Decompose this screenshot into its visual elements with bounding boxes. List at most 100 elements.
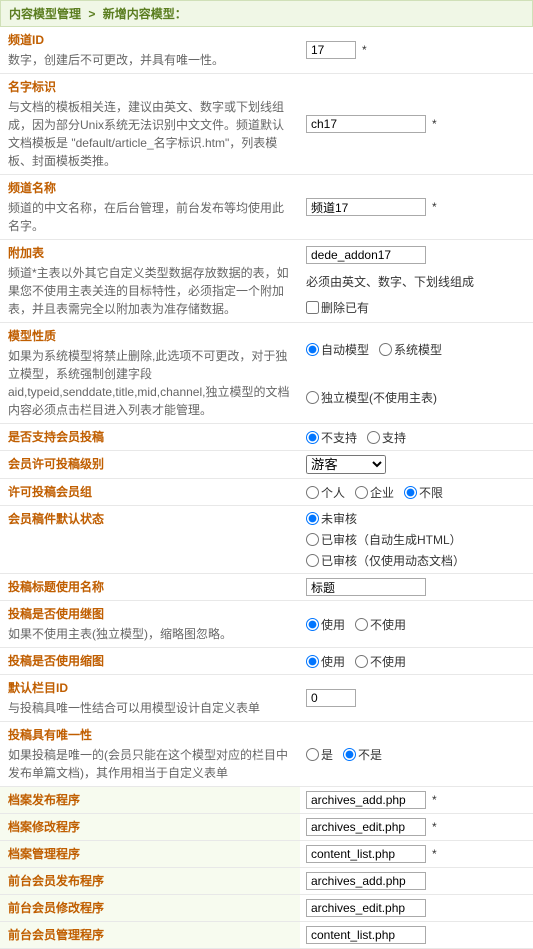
text-input[interactable] — [306, 689, 356, 707]
text-input[interactable] — [306, 899, 426, 917]
text-input[interactable] — [306, 41, 356, 59]
field-control: * — [300, 27, 533, 73]
field-title: 投稿是否使用缩图 — [8, 652, 292, 670]
radio-input[interactable] — [367, 431, 380, 444]
field-desc: 与文档的模板相关连，建议由英文、数字或下划线组成，因为部分Unix系统无法识别中… — [8, 98, 292, 170]
radio-input[interactable] — [306, 748, 319, 761]
field-control: 个人企业不限 — [300, 479, 533, 505]
radio-option[interactable]: 个人 — [306, 484, 345, 501]
form-row: 频道ID数字，创建后不可更改，并具有唯一性。* — [0, 27, 533, 74]
radio-input[interactable] — [404, 486, 417, 499]
text-input[interactable] — [306, 246, 426, 264]
radio-input[interactable] — [355, 618, 368, 631]
field-label: 频道ID数字，创建后不可更改，并具有唯一性。 — [0, 27, 300, 73]
field-label: 许可投稿会员组 — [0, 479, 300, 505]
field-title: 默认栏目ID — [8, 679, 292, 697]
radio-option[interactable]: 不使用 — [355, 653, 406, 670]
form-row: 是否支持会员投稿不支持支持 — [0, 424, 533, 451]
radio-option[interactable]: 已审核（自动生成HTML） — [306, 531, 462, 548]
radio-option[interactable]: 使用 — [306, 653, 345, 670]
select-input[interactable]: 游客 — [306, 455, 386, 474]
radio-input[interactable] — [343, 748, 356, 761]
field-control: 是不是 — [300, 722, 533, 786]
radio-option[interactable]: 未审核 — [306, 510, 357, 527]
field-control — [300, 868, 533, 894]
radio-input[interactable] — [306, 391, 319, 404]
radio-option[interactable]: 不是 — [343, 746, 382, 763]
field-title: 附加表 — [8, 244, 292, 262]
field-desc: 如果不使用主表(独立模型)，缩略图忽略。 — [8, 625, 292, 643]
radio-input[interactable] — [306, 554, 319, 567]
field-control: 使用不使用 — [300, 601, 533, 647]
form-row: 前台会员管理程序 — [0, 922, 533, 949]
radio-option[interactable]: 不支持 — [306, 429, 357, 446]
radio-option[interactable]: 使用 — [306, 616, 345, 633]
radio-input[interactable] — [306, 533, 319, 546]
field-control: 必须由英文、数字、下划线组成 删除已有 — [300, 240, 533, 322]
delete-checkbox[interactable] — [306, 301, 319, 314]
radio-input[interactable] — [306, 486, 319, 499]
field-label: 模型性质如果为系统模型将禁止删除,此选项不可更改，对于独立模型，系统强制创建字段… — [0, 323, 300, 423]
field-title: 会员稿件默认状态 — [8, 510, 292, 528]
radio-option[interactable]: 不使用 — [355, 616, 406, 633]
field-label: 档案管理程序 — [0, 841, 300, 867]
text-input[interactable] — [306, 115, 426, 133]
radio-input[interactable] — [306, 618, 319, 631]
text-input[interactable] — [306, 845, 426, 863]
breadcrumb-sep: > — [88, 7, 95, 21]
radio-input[interactable] — [306, 655, 319, 668]
field-label: 前台会员发布程序 — [0, 868, 300, 894]
radio-option[interactable]: 支持 — [367, 429, 406, 446]
form-row: 附加表频道*主表以外其它自定义类型数据存放数据的表，如果您不使用主表关连的目标特… — [0, 240, 533, 323]
breadcrumb-b: 新增内容模型： — [103, 7, 187, 21]
field-control: 使用不使用 — [300, 648, 533, 674]
field-title: 频道名称 — [8, 179, 292, 197]
field-control — [300, 922, 533, 948]
field-title: 档案修改程序 — [8, 818, 292, 836]
breadcrumb: 内容模型管理 > 新增内容模型： — [0, 0, 533, 27]
text-input[interactable] — [306, 926, 426, 944]
hint-text: 必须由英文、数字、下划线组成 — [306, 273, 474, 290]
form-row: 模型性质如果为系统模型将禁止删除,此选项不可更改，对于独立模型，系统强制创建字段… — [0, 323, 533, 424]
radio-option[interactable]: 企业 — [355, 484, 394, 501]
text-input[interactable] — [306, 818, 426, 836]
field-control: 未审核已审核（自动生成HTML） 已审核（仅使用动态文档） — [300, 506, 533, 573]
radio-option[interactable]: 系统模型 — [379, 341, 442, 358]
form-row: 前台会员修改程序 — [0, 895, 533, 922]
radio-input[interactable] — [306, 431, 319, 444]
text-input[interactable] — [306, 578, 426, 596]
required-star: * — [432, 200, 437, 214]
form-row: 投稿是否使用继图如果不使用主表(独立模型)，缩略图忽略。使用不使用 — [0, 601, 533, 648]
radio-input[interactable] — [379, 343, 392, 356]
radio-option[interactable]: 已审核（仅使用动态文档） — [306, 552, 465, 569]
field-control: * — [300, 175, 533, 239]
form-row: 档案修改程序 * — [0, 814, 533, 841]
field-label: 投稿是否使用继图如果不使用主表(独立模型)，缩略图忽略。 — [0, 601, 300, 647]
radio-option[interactable]: 独立模型(不使用主表) — [306, 389, 437, 406]
radio-option[interactable]: 自动模型 — [306, 341, 369, 358]
field-label: 投稿标题使用名称 — [0, 574, 300, 600]
text-input[interactable] — [306, 791, 426, 809]
delete-label[interactable]: 删除已有 — [306, 299, 369, 316]
form-row: 投稿标题使用名称 — [0, 574, 533, 601]
radio-input[interactable] — [306, 343, 319, 356]
field-control: 自动模型系统模型独立模型(不使用主表) — [300, 323, 533, 423]
radio-option[interactable]: 是 — [306, 746, 333, 763]
radio-input[interactable] — [355, 655, 368, 668]
radio-option[interactable]: 不限 — [404, 484, 443, 501]
field-title: 投稿是否使用继图 — [8, 605, 292, 623]
field-label: 前台会员修改程序 — [0, 895, 300, 921]
field-control: * — [300, 814, 533, 840]
radio-input[interactable] — [355, 486, 368, 499]
field-label: 附加表频道*主表以外其它自定义类型数据存放数据的表，如果您不使用主表关连的目标特… — [0, 240, 300, 322]
text-input[interactable] — [306, 872, 426, 890]
field-title: 模型性质 — [8, 327, 292, 345]
field-desc: 如果投稿是唯一的(会员只能在这个模型对应的栏目中发布单篇文档)，其作用相当于自定… — [8, 746, 292, 782]
field-title: 投稿具有唯一性 — [8, 726, 292, 744]
form-row: 许可投稿会员组个人企业不限 — [0, 479, 533, 506]
text-input[interactable] — [306, 198, 426, 216]
breadcrumb-a[interactable]: 内容模型管理 — [9, 7, 81, 21]
radio-input[interactable] — [306, 512, 319, 525]
required-star: * — [432, 793, 437, 807]
form-row: 默认栏目ID与投稿具唯一性结合可以用模型设计自定义表单 — [0, 675, 533, 722]
